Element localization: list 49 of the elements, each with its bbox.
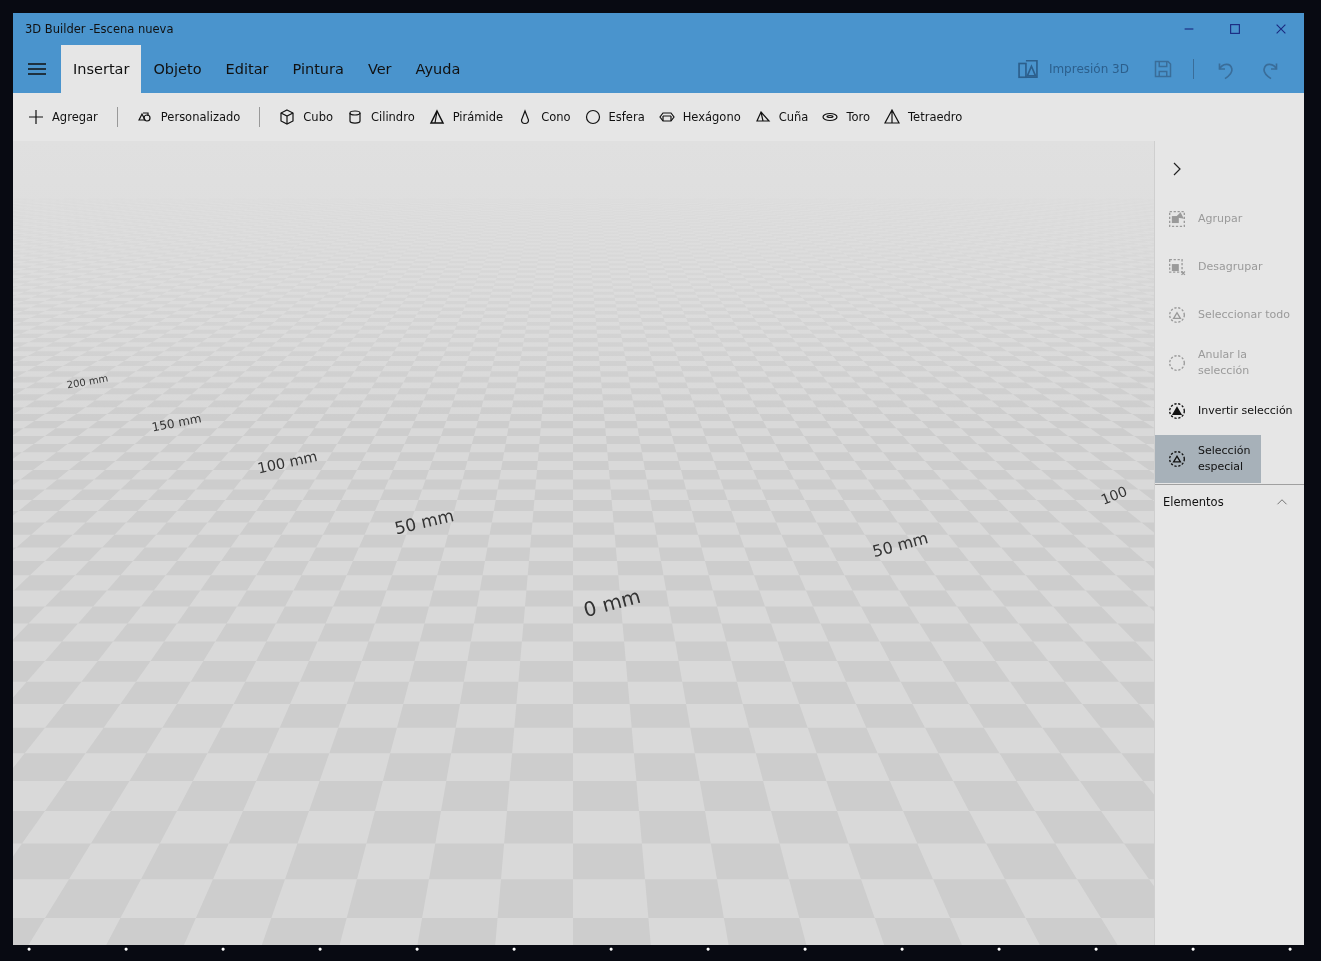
special-selection-icon	[1168, 450, 1186, 468]
select-all-icon	[1168, 306, 1186, 324]
cube-icon	[279, 109, 296, 125]
print-3d-icon	[1016, 58, 1039, 80]
ungroup-icon	[1168, 258, 1186, 276]
group-icon	[1168, 210, 1186, 228]
selection-action[interactable]: Invertir selección	[1155, 387, 1304, 435]
sphere-icon	[584, 109, 601, 125]
ribbon-tab[interactable]: Ver	[355, 45, 404, 93]
selection-action[interactable]: Selección especial	[1155, 435, 1261, 483]
section-header: Elementos	[1163, 495, 1224, 509]
ruler-label: 200 mm	[64, 372, 110, 392]
shape-button[interactable]: Cilindro	[339, 99, 422, 135]
ruler-label: 0 mm	[579, 583, 645, 623]
ruler-label: 100 mm	[255, 447, 320, 479]
ruler-label: 50 mm	[869, 527, 932, 562]
ribbon-tab[interactable]: Editar	[213, 45, 281, 93]
shape-button[interactable]: Toro	[815, 99, 877, 135]
window-title: 3D Builder -Escena nueva	[25, 22, 175, 36]
ruler-label: 150 mm	[149, 410, 204, 436]
custom-button[interactable]: Personalizado	[129, 99, 248, 135]
menu-icon	[28, 62, 46, 76]
plus-icon	[28, 109, 44, 125]
ruler-label: 50 mm	[391, 504, 457, 540]
save-icon	[1153, 59, 1173, 79]
ribbon-tab[interactable]: Pintura	[280, 45, 356, 93]
add-button[interactable]: Agregar	[21, 99, 105, 135]
shape-button[interactable]: Cubo	[272, 99, 340, 135]
tetrahedron-icon	[884, 109, 900, 125]
shape-button[interactable]: Cono	[510, 99, 578, 135]
shape-button[interactable]: Pirámide	[421, 99, 511, 135]
invert-selection-icon	[1168, 402, 1186, 420]
close-icon	[1274, 22, 1288, 36]
ribbon-tab[interactable]: Insertar	[61, 45, 142, 93]
shape-button[interactable]: Hexágono	[651, 99, 748, 135]
shapes-icon	[136, 109, 153, 125]
wedge-icon	[754, 109, 771, 125]
hexagon-prism-icon	[658, 109, 675, 125]
cylinder-icon	[346, 109, 363, 125]
shape-button[interactable]: Cuña	[747, 99, 816, 135]
ribbon-tab[interactable]: Ayuda	[403, 45, 473, 93]
dashed-circle-icon	[1168, 354, 1186, 372]
ruler-label: 100	[1097, 482, 1131, 510]
shape-button[interactable]: Tetraedro	[877, 99, 970, 135]
pyramid-icon	[428, 109, 445, 125]
build-plate-viewport[interactable]: 200 mm 150 mm 100 mm 50 mm 0 mm 50 mm 100	[13, 141, 1154, 945]
ribbon-tab[interactable]: Objeto	[141, 45, 214, 93]
maximize-icon	[1228, 22, 1242, 36]
shape-button[interactable]: Esfera	[577, 99, 652, 135]
